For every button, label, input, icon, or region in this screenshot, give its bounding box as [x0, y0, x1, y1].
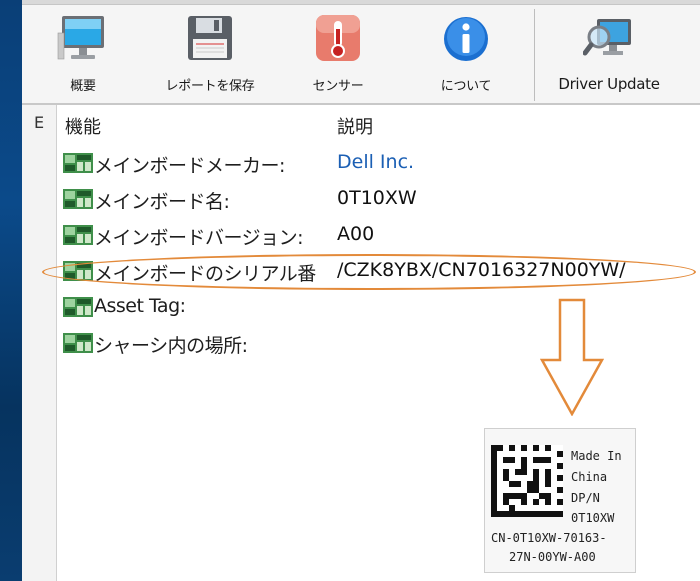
row-label: Asset Tag:: [94, 295, 186, 317]
save-report-button[interactable]: レポートを保存: [154, 9, 266, 101]
down-arrow-icon: [540, 298, 604, 416]
row-value-link[interactable]: Dell Inc.: [337, 151, 414, 173]
row-value: A00: [337, 223, 375, 245]
dpn-label: DP/N: [571, 491, 600, 505]
part-number: 0T10XW: [571, 511, 615, 525]
datamatrix-code-icon: [491, 445, 563, 517]
thermometer-icon: [316, 15, 360, 61]
floppy-disk-icon: [188, 16, 232, 60]
sensor-label: センサー: [312, 79, 364, 94]
list-item[interactable]: メインボードメーカー: Dell Inc.: [57, 146, 700, 182]
info-icon: [444, 17, 488, 61]
tree-item-glyph: E: [34, 113, 45, 132]
toolbar: 概要 レポートを保存 センサー について Driver Update: [22, 5, 700, 105]
summary-label: 概要: [70, 79, 96, 94]
toolbar-separator: [534, 9, 535, 101]
monitor-icon: [57, 16, 104, 60]
summary-button[interactable]: 概要: [44, 9, 122, 101]
motherboard-icon: [63, 297, 93, 317]
motherboard-icon: [63, 333, 93, 353]
highlight-ellipse: [42, 254, 696, 290]
save-report-label: レポートを保存: [165, 79, 255, 94]
motherboard-label-sticker: Made In China DP/N 0T10XW CN-0T10XW-7016…: [484, 428, 636, 573]
row-label: メインボードメーカー:: [94, 155, 285, 177]
magnifier-monitor-icon: [583, 19, 631, 56]
about-button[interactable]: について: [422, 9, 510, 101]
tree-pane[interactable]: E: [22, 105, 57, 581]
column-header-description[interactable]: 説明: [337, 113, 373, 139]
sensor-button[interactable]: センサー: [298, 9, 378, 101]
about-label: について: [440, 79, 492, 94]
row-label: メインボード名:: [94, 191, 230, 213]
driver-update-label: Driver Update: [558, 75, 660, 93]
made-in-text: Made In: [571, 449, 622, 463]
driver-update-button[interactable]: Driver Update: [544, 9, 674, 101]
list-item[interactable]: メインボード名: 0T10XW: [57, 182, 700, 218]
country-text: China: [571, 470, 608, 484]
serial-line-2: 27N-00YW-A00: [509, 550, 596, 564]
motherboard-icon: [63, 189, 93, 209]
serial-line-1: CN-0T10XW-70163-: [491, 531, 607, 545]
desktop-background: [0, 0, 22, 581]
column-header-feature[interactable]: 機能: [65, 113, 101, 139]
motherboard-icon: [63, 153, 93, 173]
list-item[interactable]: メインボードバージョン: A00: [57, 218, 700, 254]
motherboard-icon: [63, 225, 93, 245]
row-label: メインボードバージョン:: [94, 227, 304, 249]
row-value: 0T10XW: [337, 187, 417, 209]
row-label: シャーシ内の場所:: [94, 335, 248, 357]
